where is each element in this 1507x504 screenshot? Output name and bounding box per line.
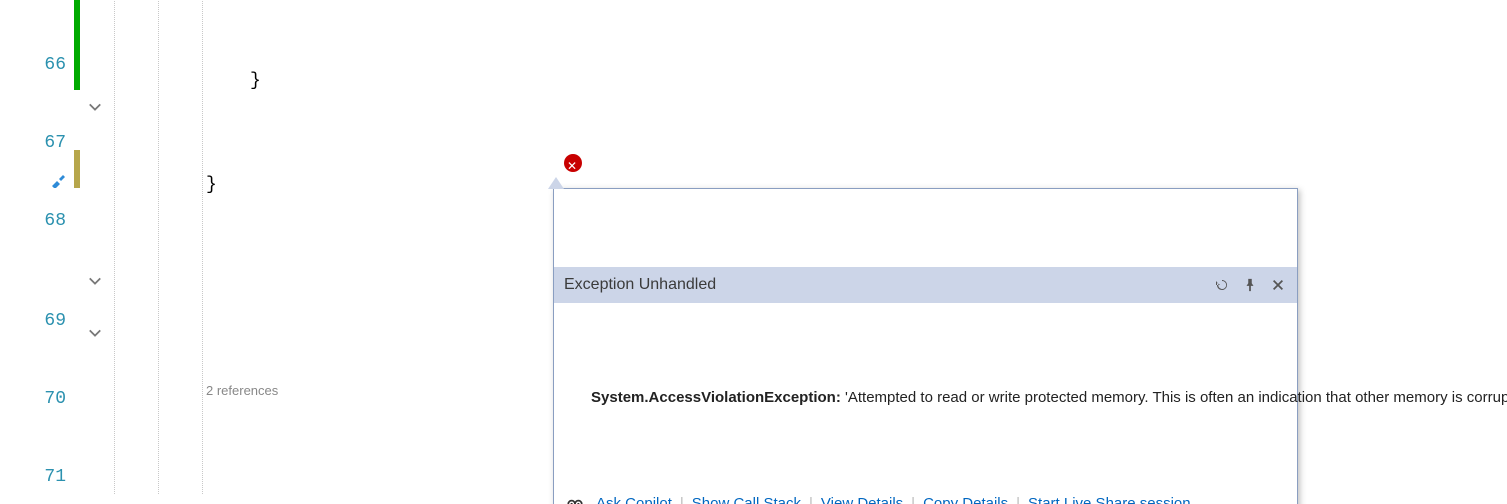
line-number: 67 xyxy=(0,130,66,156)
fold-chevron-icon[interactable] xyxy=(88,326,102,340)
history-icon[interactable] xyxy=(1213,276,1231,294)
brace-close: } xyxy=(206,175,217,195)
line-number: 71 xyxy=(0,464,66,490)
code-editor[interactable]: 66 67 68 69 70 71 72 73 74 75 76 77 78 7… xyxy=(0,0,1507,504)
fold-chevron-icon[interactable] xyxy=(88,274,102,288)
ask-copilot-link[interactable]: Ask Copilot xyxy=(596,491,672,504)
copy-details-link[interactable]: Copy Details xyxy=(923,491,1008,504)
exception-popup: Exception Unhandled System.AccessViolati… xyxy=(553,188,1298,504)
change-marker-yellow xyxy=(74,150,80,188)
copilot-icon xyxy=(566,495,584,504)
view-details-link[interactable]: View Details xyxy=(821,491,903,504)
exception-type: System.AccessViolationException: xyxy=(591,389,841,406)
exception-text: 'Attempted to read or write protected me… xyxy=(841,389,1507,406)
close-icon[interactable] xyxy=(1269,276,1287,294)
line-number: 68 xyxy=(0,208,66,234)
popup-arrow xyxy=(548,177,564,189)
popup-title: Exception Unhandled xyxy=(564,267,716,303)
pin-icon[interactable] xyxy=(1241,276,1259,294)
line-number-gutter: 66 67 68 69 70 71 72 73 74 75 76 77 78 7… xyxy=(0,0,70,504)
change-marker-green xyxy=(74,0,80,90)
popup-actions: Ask Copilot | Show Call Stack | View Det… xyxy=(554,487,1297,504)
popup-header: Exception Unhandled xyxy=(554,267,1297,303)
fold-chevron-icon[interactable] xyxy=(88,100,102,114)
show-call-stack-link[interactable]: Show Call Stack xyxy=(692,491,801,504)
line-number: 69 xyxy=(0,308,66,334)
exception-error-icon[interactable] xyxy=(564,154,582,172)
exception-message: System.AccessViolationException: 'Attemp… xyxy=(554,355,1297,435)
line-number: 70 xyxy=(0,386,66,412)
start-live-share-link[interactable]: Start Live Share session xyxy=(1028,491,1191,504)
line-number: 66 xyxy=(0,52,66,78)
brace-close: } xyxy=(250,71,261,91)
screwdriver-icon[interactable] xyxy=(50,172,66,188)
